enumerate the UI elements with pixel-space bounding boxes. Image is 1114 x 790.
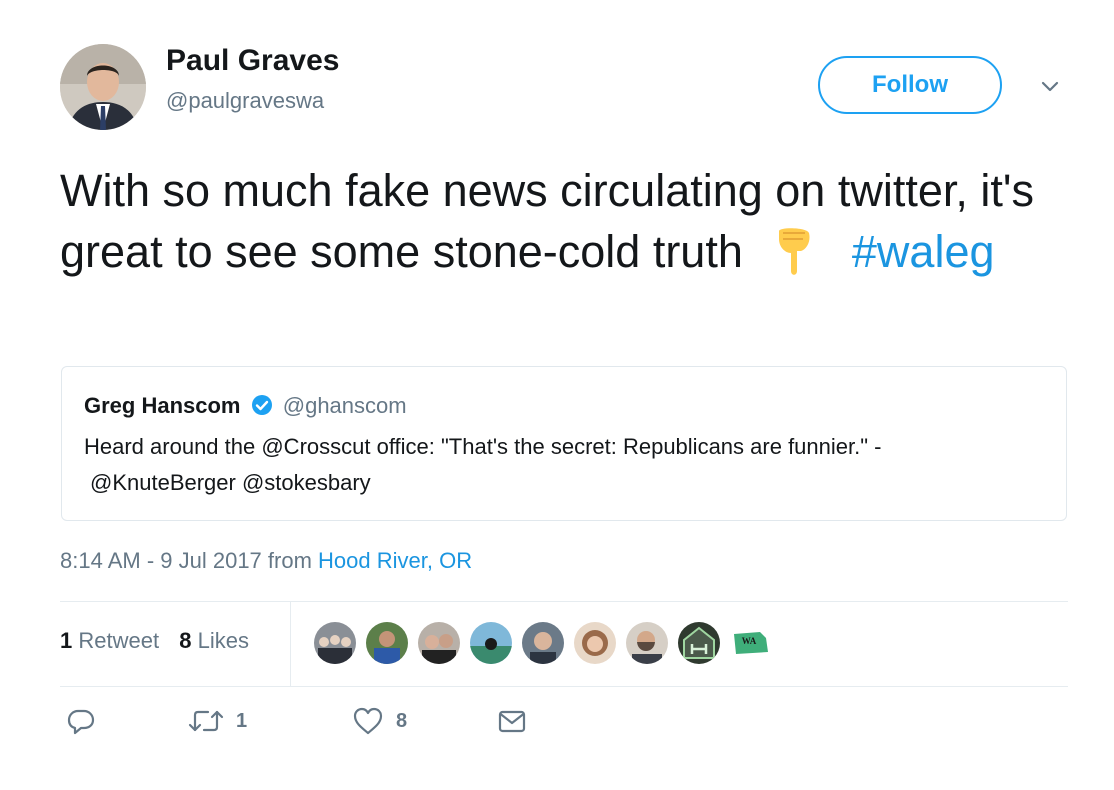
stats-divider bbox=[290, 602, 291, 686]
reply-icon bbox=[67, 709, 95, 735]
quoted-author-name[interactable]: Greg Hanscom bbox=[84, 393, 241, 418]
quoted-text-line-1: Heard around the @Crosscut office: "That… bbox=[84, 434, 882, 459]
quoted-tweet-text: Heard around the @Crosscut office: "That… bbox=[84, 429, 1044, 501]
timestamp-text[interactable]: 8:14 AM - 9 Jul 2017 from bbox=[60, 548, 312, 573]
author-photo bbox=[60, 44, 146, 130]
tweet-stats: 1 Retweet 8 Likes bbox=[60, 628, 263, 654]
woman-photo-icon bbox=[574, 622, 616, 664]
retweets-label: Retweet bbox=[78, 628, 160, 653]
group-photo-icon bbox=[314, 622, 356, 664]
like-count: 8 bbox=[396, 709, 408, 732]
author-handle[interactable]: @paulgraveswa bbox=[166, 88, 324, 114]
likes-stat[interactable]: 8 Likes bbox=[179, 628, 249, 653]
liker-avatar-1[interactable] bbox=[314, 622, 356, 664]
retweets-count: 1 bbox=[60, 628, 73, 653]
liker-avatar-7[interactable] bbox=[626, 622, 668, 664]
tweet-timestamp: 8:14 AM - 9 Jul 2017 from Hood River, OR bbox=[60, 548, 472, 574]
quoted-author-handle[interactable]: @ghanscom bbox=[283, 393, 407, 418]
hashtag-link[interactable]: #waleg bbox=[852, 226, 995, 277]
quoted-text-line-2: @KnuteBerger @stokesbary bbox=[90, 470, 371, 495]
bearded-man-photo-icon bbox=[626, 622, 668, 664]
retweet-button[interactable]: 1 bbox=[188, 706, 247, 736]
couple-photo-icon bbox=[418, 622, 460, 664]
location-link[interactable]: Hood River, OR bbox=[318, 548, 472, 573]
retweets-stat[interactable]: 1 Retweet bbox=[60, 628, 159, 653]
liker-avatar-2[interactable] bbox=[366, 622, 408, 664]
liker-avatar-4[interactable] bbox=[470, 622, 512, 664]
man-photo-icon bbox=[522, 622, 564, 664]
liker-avatar-6[interactable] bbox=[574, 622, 616, 664]
tweet-text: With so much fake news circulating on tw… bbox=[60, 160, 1060, 282]
follow-button[interactable]: Follow bbox=[818, 56, 1002, 114]
quoted-tweet[interactable]: Greg Hanscom @ghanscom Heard around the … bbox=[61, 366, 1067, 521]
retweet-icon bbox=[188, 710, 224, 732]
author-name[interactable]: Paul Graves bbox=[166, 44, 339, 78]
liker-avatar-9[interactable]: WA bbox=[730, 622, 772, 664]
chevron-down-icon[interactable] bbox=[1038, 78, 1062, 96]
retweet-count: 1 bbox=[236, 709, 248, 732]
quoted-tweet-header: Greg Hanscom @ghanscom bbox=[84, 393, 407, 419]
envelope-icon bbox=[498, 710, 526, 733]
reply-button[interactable] bbox=[66, 706, 96, 736]
author-avatar[interactable] bbox=[60, 44, 146, 130]
person-photo-icon bbox=[366, 622, 408, 664]
liker-avatar-8[interactable] bbox=[678, 622, 720, 664]
likes-count: 8 bbox=[179, 628, 192, 653]
svg-text:WA: WA bbox=[742, 636, 757, 646]
outdoor-photo-icon bbox=[470, 622, 512, 664]
verified-badge-icon bbox=[251, 395, 272, 415]
divider bbox=[60, 686, 1068, 687]
liker-avatar-3[interactable] bbox=[418, 622, 460, 664]
house-logo-icon bbox=[678, 622, 720, 664]
like-button[interactable]: 8 bbox=[352, 706, 407, 736]
divider bbox=[60, 601, 1068, 602]
pointing-down-emoji-icon bbox=[779, 228, 810, 275]
liker-avatar-5[interactable] bbox=[522, 622, 564, 664]
heart-icon bbox=[353, 707, 383, 735]
direct-message-button[interactable] bbox=[496, 706, 528, 736]
wa-legislators-logo-icon: WA bbox=[730, 622, 772, 664]
likes-label: Likes bbox=[197, 628, 249, 653]
